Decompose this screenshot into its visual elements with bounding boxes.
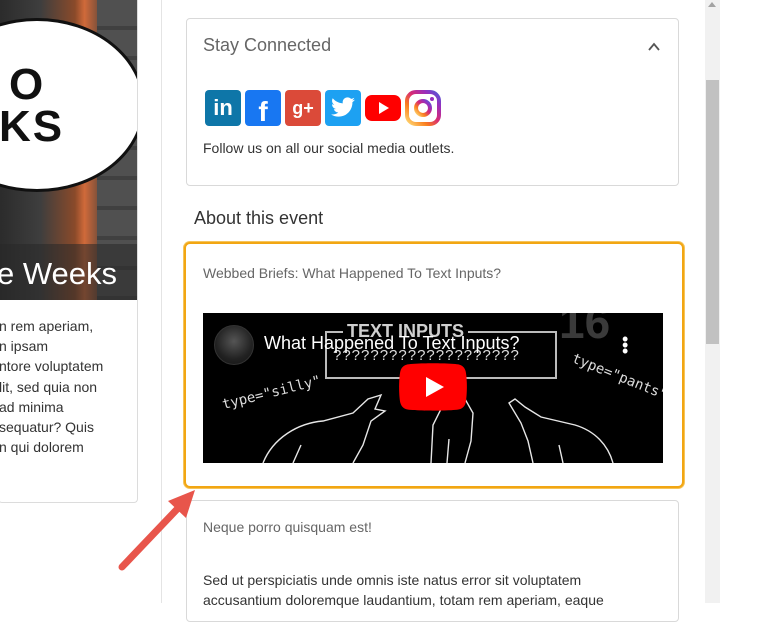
social-icons: in f g+ bbox=[205, 90, 441, 127]
facebook-icon[interactable]: f bbox=[245, 90, 281, 127]
event-video-card: Webbed Briefs: What Happened To Text Inp… bbox=[184, 242, 684, 488]
scrollbar-thumb[interactable] bbox=[706, 80, 719, 344]
column-divider bbox=[161, 0, 162, 603]
body-line: n qui dolorem bbox=[0, 439, 84, 456]
body-line: ad minima bbox=[0, 398, 64, 415]
hero-oval-text-2: KS bbox=[0, 102, 65, 151]
about-heading: About this event bbox=[194, 208, 324, 228]
chevron-up-icon[interactable] bbox=[648, 41, 660, 53]
hero-oval-text-1: O bbox=[9, 60, 46, 109]
body-line: lit, sed quia non bbox=[0, 378, 98, 395]
next-event-card: Neque porro quisquam est! Sed ut perspic… bbox=[186, 500, 679, 622]
stay-connected-title[interactable]: Stay Connected bbox=[203, 35, 331, 56]
instagram-icon[interactable] bbox=[405, 90, 441, 126]
more-options-icon[interactable]: • • • bbox=[622, 330, 628, 360]
next-card-body: Sed ut perspiciatis unde omnis iste natu… bbox=[203, 570, 604, 610]
event-video-title: Webbed Briefs: What Happened To Text Inp… bbox=[203, 265, 502, 281]
body-line: accusantium doloremque laudantium, totam… bbox=[203, 592, 604, 608]
next-card-title: Neque porro quisquam est! bbox=[203, 519, 372, 535]
hero-title: e Weeks bbox=[0, 256, 118, 291]
body-line: sequatur? Quis bbox=[0, 418, 94, 435]
channel-avatar[interactable] bbox=[214, 325, 254, 365]
scroll-up-arrow-icon[interactable] bbox=[708, 2, 716, 7]
google-plus-icon[interactable]: g+ bbox=[285, 90, 321, 126]
social-description: Follow us on all our social media outlet… bbox=[203, 140, 455, 156]
video-title-overlay[interactable]: What Happened To Text Inputs? bbox=[264, 333, 520, 354]
left-card-body: n rem aperiam, n ipsam ntore voluptatem … bbox=[0, 316, 103, 457]
linkedin-icon[interactable]: in bbox=[205, 90, 241, 126]
youtube-play-button-icon[interactable] bbox=[399, 363, 467, 411]
body-line: n ipsam bbox=[0, 338, 49, 355]
left-event-card[interactable]: O KS e Weeks n rem aperiam, n ipsam ntor… bbox=[0, 0, 138, 503]
stay-connected-panel: Stay Connected in f g+ Follow us on all … bbox=[186, 18, 679, 186]
body-line: n rem aperiam, bbox=[0, 318, 94, 334]
twitter-icon[interactable] bbox=[325, 90, 361, 126]
body-line: ntore voluptatem bbox=[0, 358, 104, 375]
youtube-video-embed[interactable]: 16 TEXT INPUTS ???????????????????? type… bbox=[203, 313, 663, 463]
youtube-icon[interactable] bbox=[365, 90, 401, 126]
body-line: Sed ut perspiciatis unde omnis iste natu… bbox=[203, 572, 582, 588]
event-hero-image: O KS e Weeks bbox=[0, 0, 137, 300]
